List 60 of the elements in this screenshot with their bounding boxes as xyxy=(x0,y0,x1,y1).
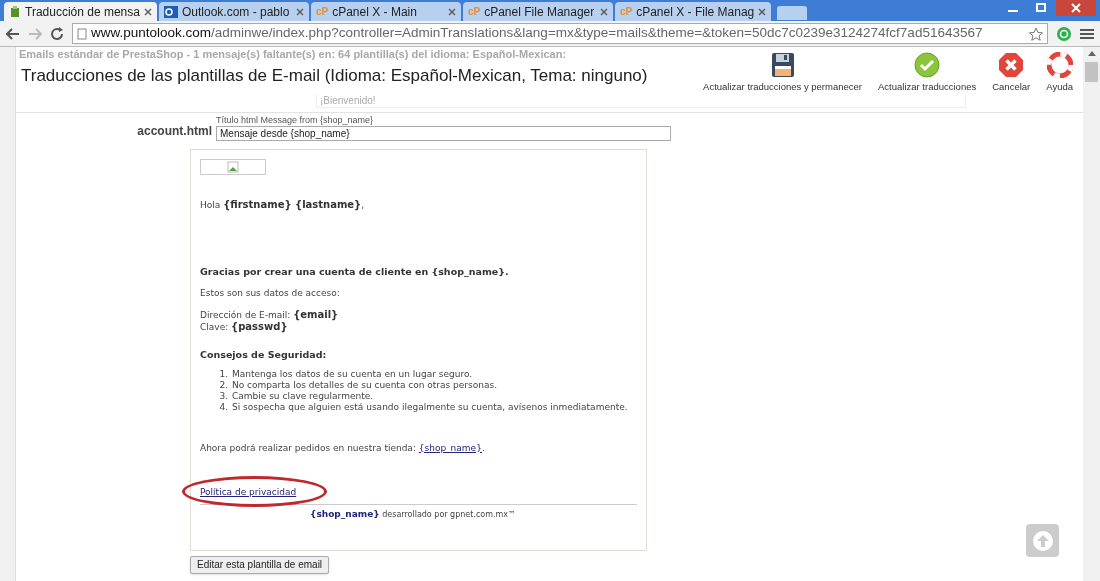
toolbar-button[interactable]: Actualizar traducciones y permanecer xyxy=(701,52,864,95)
bag-icon xyxy=(9,5,21,18)
star-icon xyxy=(1029,26,1043,41)
tip-text: Si sospecha que alguien está usando ilegalmente su cuenta, avísenos inmediatamente. xyxy=(232,401,628,413)
forward-icon xyxy=(28,27,42,40)
greeting-text: Hola {firstname} {lastname}, xyxy=(200,198,366,213)
logo-icon: cP xyxy=(315,6,329,17)
envelope-icon xyxy=(163,5,178,18)
close-icon xyxy=(447,7,456,16)
broken-image-icon xyxy=(200,159,266,175)
browser-tab[interactable]: Traducción de mensa xyxy=(4,2,157,21)
address-field[interactable]: www.puntolook.com/adminwe/index.php?controller=AdminTranslations&lang=mx&type=mails&theme=&token=50dc7c0239e3124274fcf7ad51643567 xyxy=(72,23,1048,44)
new-tab-button[interactable] xyxy=(777,6,808,20)
browser-tab[interactable]: cP cPanel X - File Manag xyxy=(614,2,772,21)
footer-text: {shop_name} desarrollado por gpnet.com.mx™ xyxy=(310,507,518,521)
scrollbar-thumb[interactable] xyxy=(1085,62,1098,82)
arrow-up-icon xyxy=(1031,529,1054,552)
browser-tab[interactable]: Outlook.com - pablo xyxy=(158,2,309,21)
logo-icon: cP xyxy=(467,6,481,17)
page-icon xyxy=(77,27,87,40)
scroll-top-button[interactable] xyxy=(1026,524,1059,557)
menu-icon xyxy=(1080,27,1094,40)
shop-sentence: Ahora podrá realizar pedidos en nuestra tienda: {shop_name}. xyxy=(200,441,486,455)
credential-text: Clave: {passwd} xyxy=(200,321,289,334)
list-number: 3. xyxy=(218,390,228,402)
maximize-icon xyxy=(1036,3,1046,12)
edit-template-button[interactable]: Editar esta plantilla de email xyxy=(190,555,330,574)
field-label: Título html Message from {shop_name} xyxy=(216,115,375,126)
list-number: 4. xyxy=(218,401,228,413)
toolbar-button[interactable]: Cancelar xyxy=(990,52,1033,95)
extension-icon xyxy=(1056,25,1072,42)
browser-tab[interactable]: cP cPanel X - Main xyxy=(310,2,461,21)
browser-tab[interactable]: cP cPanel File Manager xyxy=(462,2,613,21)
close-icon xyxy=(599,7,608,16)
privacy-link[interactable]: Política de privacidad xyxy=(200,487,297,497)
close-icon xyxy=(143,7,152,16)
notice-text: Emails estándar de PrestaShop - 1 mensaje(s) faltante(s) en: 64 plantilla(s) del idioma: Español-Mexican: xyxy=(18,47,568,60)
close-icon xyxy=(758,7,767,16)
shop-link[interactable]: {shop_name} xyxy=(418,442,482,453)
page-title: Traducciones de las plantillas de E-mail (Idioma: Español-Mexican, Tema: ninguno) xyxy=(21,66,648,85)
reload-icon xyxy=(50,26,64,41)
minimize-icon xyxy=(1008,10,1018,12)
tips-heading: Consejos de Seguridad: xyxy=(200,348,328,363)
title-input[interactable]: Mensaje desde {shop_name} xyxy=(216,126,671,141)
tip-text: Mantenga los datos de su cuenta en un lugar seguro. xyxy=(232,368,473,380)
tip-text: Cambie su clave regularmente. xyxy=(232,390,374,402)
scroll-up-icon xyxy=(1087,51,1096,56)
close-icon xyxy=(1056,0,1096,16)
thanks-text: Gracias por crear una cuenta de cliente en {shop_name}. xyxy=(200,264,510,279)
credential-text: Dirección de E-mail: {email} xyxy=(200,309,340,322)
close-icon xyxy=(295,7,304,16)
logo-icon: cP xyxy=(619,6,633,17)
tip-text: No comparta los detalles de su cuenta con otras personas. xyxy=(232,379,497,391)
list-number: 2. xyxy=(218,379,228,391)
toolbar-button[interactable]: Ayuda xyxy=(1044,52,1075,95)
list-number: 1. xyxy=(218,368,228,380)
template-file-label: account.html xyxy=(136,123,213,140)
toolbar-button[interactable]: Actualizar traducciones xyxy=(876,52,979,95)
intro-text: Estos son sus datos de acceso: xyxy=(200,286,341,300)
back-icon xyxy=(6,27,20,40)
